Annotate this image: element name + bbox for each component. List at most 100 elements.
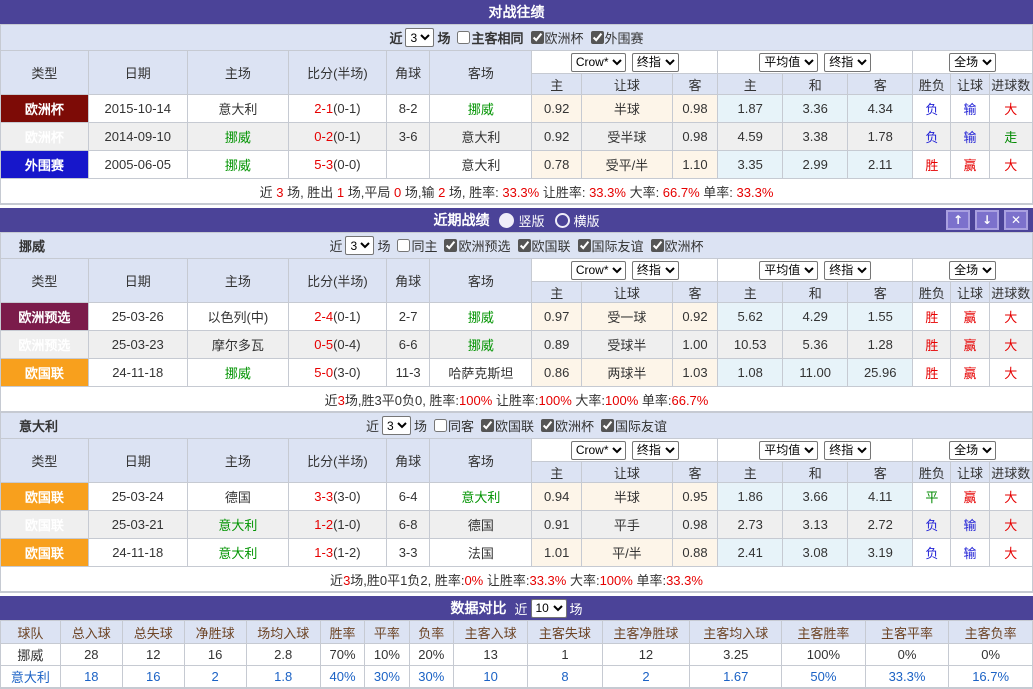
scope-select[interactable]: 全场 bbox=[949, 261, 996, 280]
euro-cup-checkbox[interactable] bbox=[541, 419, 554, 432]
data-compare-section: 数据对比 近 10 场 球队 总入球 总失球 净胜球 场均入球 胜率 平率 负率… bbox=[0, 596, 1033, 689]
away-team: 意大利 bbox=[430, 151, 532, 179]
avg-select[interactable]: 平均值 bbox=[759, 441, 818, 460]
away-team: 意大利 bbox=[430, 123, 532, 151]
euro-cup-checkbox[interactable] bbox=[651, 239, 664, 252]
col-handicap: 让球 bbox=[951, 74, 989, 95]
norway-count-select[interactable]: 3 bbox=[345, 236, 374, 255]
table-row: 欧洲预选 25-03-23 摩尔多瓦 0-5(0-4) 6-6 挪威 0.89 … bbox=[1, 331, 1033, 359]
match-type: 外围赛 bbox=[1, 151, 89, 179]
eu-away-odds: 4.34 bbox=[848, 95, 913, 123]
data-compare-header: 数据对比 近 10 场 bbox=[0, 596, 1033, 620]
col-eu-draw: 和 bbox=[783, 74, 848, 95]
result-handicap: 输 bbox=[951, 95, 989, 123]
final-odds-select[interactable]: 终指 bbox=[632, 261, 679, 280]
nations-league-checkbox[interactable] bbox=[518, 239, 531, 252]
final-odds-select[interactable]: 终指 bbox=[632, 53, 679, 72]
recent-results-section: 近期战绩 竖版 横版 ↑ ↓ ✕ 挪威 近 3 场 同主 欧洲预选 欧国联 国际… bbox=[0, 208, 1033, 593]
away-team: 挪威 bbox=[430, 95, 532, 123]
header-row-selects: 类型 日期 主场 比分(半场) 角球 客场 Crow*终指 平均值终指 全场 bbox=[1, 259, 1033, 282]
corners: 8-2 bbox=[386, 95, 429, 123]
section-title: 近期战绩 bbox=[433, 210, 489, 230]
games-label: 场 bbox=[437, 28, 450, 47]
header-row-selects: 类型 日期 主场 比分(半场) 角球 客场 Crow*终指 平均值终指 全场 bbox=[1, 51, 1033, 74]
section-title: 对战往绩 bbox=[489, 2, 545, 22]
result-wdl: 负 bbox=[913, 95, 951, 123]
avg-select[interactable]: 平均值 bbox=[759, 53, 818, 72]
avg-select[interactable]: 平均值 bbox=[759, 261, 818, 280]
head-to-head-header: 对战往绩 bbox=[0, 0, 1033, 24]
friendly-checkbox[interactable] bbox=[601, 419, 614, 432]
norway-team-row: 挪威 近 3 场 同主 欧洲预选 欧国联 国际友谊 欧洲杯 bbox=[0, 232, 1033, 258]
bookie-select[interactable]: Crow* bbox=[571, 441, 626, 460]
team-name: 挪威 bbox=[19, 236, 45, 255]
team-name: 意大利 bbox=[1, 666, 61, 688]
same-home-away-label: 主客相同 bbox=[471, 28, 523, 47]
ah-home-odds: 0.92 bbox=[532, 95, 582, 123]
col-ah-away: 客 bbox=[672, 74, 717, 95]
match-type: 欧洲杯 bbox=[1, 123, 89, 151]
summary-row: 近3场,胜0平1负2, 胜率:0% 让胜率:33.3% 大率:100% 单率:3… bbox=[1, 567, 1033, 592]
compare-count-select[interactable]: 10 bbox=[531, 599, 567, 618]
compare-table: 球队 总入球 总失球 净胜球 场均入球 胜率 平率 负率 主客入球 主客失球 主… bbox=[0, 620, 1033, 688]
score: 2-1(0-1) bbox=[288, 95, 386, 123]
qualifier-label: 外围赛 bbox=[605, 28, 644, 47]
final-odds-select-2[interactable]: 终指 bbox=[824, 441, 871, 460]
same-home-away-checkbox[interactable] bbox=[457, 31, 470, 44]
friendly-checkbox[interactable] bbox=[578, 239, 591, 252]
same-away-label: 同客 bbox=[448, 416, 474, 435]
euro-cup-label: 欧洲杯 bbox=[545, 28, 584, 47]
ah-bookie-cell: Crow* 终指 bbox=[532, 51, 718, 74]
col-eu-away: 客 bbox=[848, 74, 913, 95]
move-down-button[interactable]: ↓ bbox=[975, 210, 999, 230]
eu-home-odds: 1.87 bbox=[718, 95, 783, 123]
col-type: 类型 bbox=[1, 51, 89, 95]
compare-row-italy: 意大利 18 16 2 1.8 40% 30% 30% 10 8 2 1.67 … bbox=[1, 666, 1033, 688]
same-away-checkbox[interactable] bbox=[434, 419, 447, 432]
col-home: 主场 bbox=[187, 51, 288, 95]
italy-team-row: 意大利 近 3 场 同客 欧国联 欧洲杯 国际友谊 bbox=[0, 412, 1033, 438]
h2h-count-select[interactable]: 3 bbox=[405, 28, 434, 47]
recent-results-header: 近期战绩 竖版 横版 ↑ ↓ ✕ bbox=[0, 208, 1033, 232]
euro-cup-checkbox[interactable] bbox=[531, 31, 544, 44]
euro-qualifier-checkbox[interactable] bbox=[444, 239, 457, 252]
scope-select[interactable]: 全场 bbox=[949, 53, 996, 72]
match-date: 2014-09-10 bbox=[88, 123, 187, 151]
vertical-layout-radio[interactable] bbox=[499, 213, 514, 228]
table-row: 欧国联 24-11-18 意大利 1-3(1-2) 3-3 法国 1.01 平/… bbox=[1, 539, 1033, 567]
col-goals: 进球数 bbox=[989, 74, 1032, 95]
qualifier-checkbox[interactable] bbox=[591, 31, 604, 44]
same-home-checkbox[interactable] bbox=[397, 239, 410, 252]
bookie-select[interactable]: Crow* bbox=[571, 53, 626, 72]
home-team: 意大利 bbox=[187, 95, 288, 123]
final-odds-select-2[interactable]: 终指 bbox=[824, 53, 871, 72]
italy-count-select[interactable]: 3 bbox=[382, 416, 411, 435]
match-type: 欧洲杯 bbox=[1, 95, 89, 123]
home-team: 挪威 bbox=[187, 123, 288, 151]
result-goals: 大 bbox=[989, 95, 1032, 123]
final-odds-select-2[interactable]: 终指 bbox=[824, 261, 871, 280]
score: 5-3(0-0) bbox=[288, 151, 386, 179]
table-row: 外围赛 2005-06-05 挪威 5-3(0-0) 意大利 0.78 受平/半… bbox=[1, 151, 1033, 179]
col-date: 日期 bbox=[88, 51, 187, 95]
h2h-filter-bar: 近 3 场 主客相同 欧洲杯 外围赛 bbox=[0, 24, 1033, 50]
summary-row: 近 3 场, 胜出 1 场,平局 0 场,输 2 场, 胜率: 33.3% 让胜… bbox=[1, 179, 1033, 204]
close-button[interactable]: ✕ bbox=[1004, 210, 1028, 230]
nations-league-checkbox[interactable] bbox=[481, 419, 494, 432]
final-odds-select[interactable]: 终指 bbox=[632, 441, 679, 460]
table-row: 欧国联 25-03-21 意大利 1-2(1-0) 6-8 德国 0.91 平手… bbox=[1, 511, 1033, 539]
panel-controls: ↑ ↓ ✕ bbox=[946, 210, 1028, 230]
horizontal-layout-radio[interactable] bbox=[555, 213, 570, 228]
compare-row-norway: 挪威 28 12 16 2.8 70% 10% 20% 13 1 12 3.25… bbox=[1, 644, 1033, 666]
move-up-button[interactable]: ↑ bbox=[946, 210, 970, 230]
table-row: 欧洲预选 25-03-26 以色列(中) 2-4(0-1) 2-7 挪威 0.9… bbox=[1, 303, 1033, 331]
table-row: 欧洲杯 2014-09-10 挪威 0-2(0-1) 3-6 意大利 0.92 … bbox=[1, 123, 1033, 151]
bookie-select[interactable]: Crow* bbox=[571, 261, 626, 280]
col-away: 客场 bbox=[430, 51, 532, 95]
near-label: 近 bbox=[389, 28, 402, 47]
norway-filter-bar: 近 3 场 同主 欧洲预选 欧国联 国际友谊 欧洲杯 bbox=[1, 236, 1032, 255]
head-to-head-section: 对战往绩 近 3 场 主客相同 欧洲杯 外围赛 类型 日期 主场 比分(半场) … bbox=[0, 0, 1033, 205]
scope-select[interactable]: 全场 bbox=[949, 441, 996, 460]
table-row: 欧国联 24-11-18 挪威 5-0(3-0) 11-3 哈萨克斯坦 0.86… bbox=[1, 359, 1033, 387]
ah-line: 半球 bbox=[581, 95, 672, 123]
